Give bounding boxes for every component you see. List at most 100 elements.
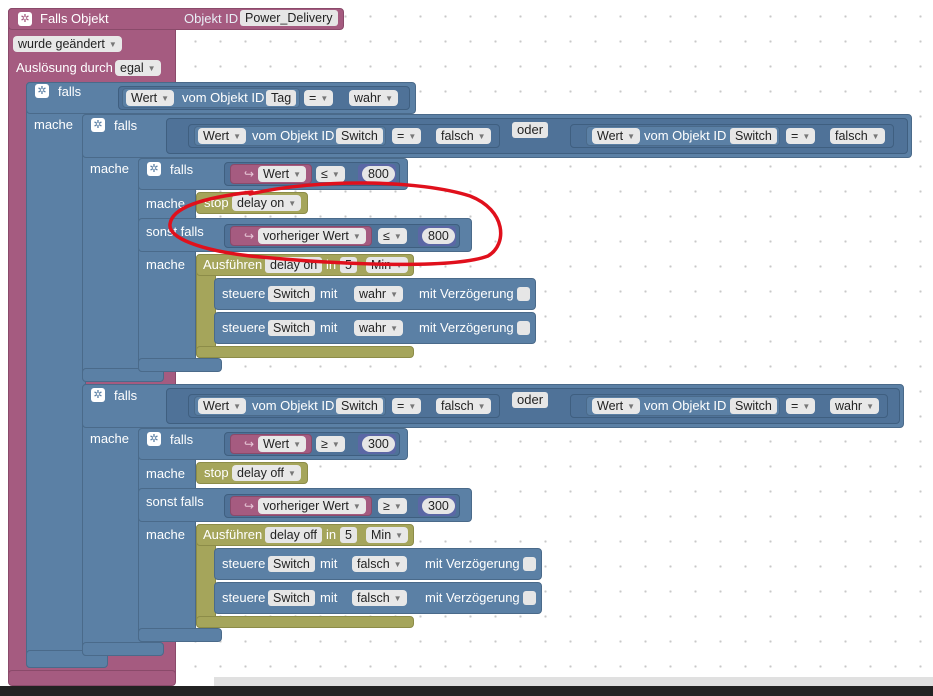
- variable-arrow-icon: ↪: [244, 499, 255, 513]
- if-off-falls-label: falls: [114, 388, 138, 403]
- timer-dropdown[interactable]: delay on ▼: [232, 195, 302, 211]
- delay-minutes-input[interactable]: 5: [340, 257, 357, 273]
- mit-verzoegerung-label: mit Verzögerung: [425, 556, 520, 571]
- if-threshold-on-mache-label: mache: [146, 196, 186, 211]
- variable-vorheriger-wert-dropdown[interactable]: vorheriger Wert ▼: [258, 498, 366, 514]
- le-dropdown[interactable]: ≤ ▼: [378, 228, 407, 244]
- delay-checkbox[interactable]: [517, 287, 530, 301]
- variable-arrow-icon: ↪: [244, 229, 255, 243]
- falsch-dropdown[interactable]: falsch ▼: [436, 398, 491, 414]
- control-object-input[interactable]: Switch: [268, 556, 315, 572]
- stop-label: stop: [204, 195, 229, 210]
- if-outer-falls-label: falls: [58, 84, 82, 99]
- variable-vorheriger-wert-dropdown[interactable]: vorheriger Wert ▼: [258, 228, 366, 244]
- vom-objekt-id-label: vom Objekt ID: [252, 128, 335, 143]
- objekt-id-switch[interactable]: Switch: [336, 398, 383, 414]
- vom-objekt-id-label: vom Objekt ID: [252, 398, 335, 413]
- delay-checkbox[interactable]: [523, 591, 536, 605]
- wahr-dropdown[interactable]: wahr ▼: [354, 286, 404, 302]
- ausfuehren-label: Ausführen: [203, 527, 263, 542]
- gear-icon[interactable]: ✲: [91, 388, 105, 402]
- objekt-id-tag[interactable]: Tag: [266, 90, 297, 106]
- timer-dropdown[interactable]: delay off ▼: [232, 465, 301, 481]
- delay-minutes-input[interactable]: 5: [340, 527, 357, 543]
- if-threshold-on-mache-label-2: mache: [146, 257, 186, 272]
- gear-icon[interactable]: ✲: [91, 118, 105, 132]
- variable-arrow-icon: ↪: [244, 437, 255, 451]
- objekt-id-switch[interactable]: Switch: [336, 128, 383, 144]
- if-threshold-off-falls-label: falls: [170, 432, 194, 447]
- horizontal-scrollbar[interactable]: [214, 677, 933, 686]
- ge-dropdown[interactable]: ≥ ▼: [316, 436, 345, 452]
- wert-dropdown[interactable]: Wert ▼: [198, 398, 247, 414]
- control-object-input[interactable]: Switch: [268, 286, 315, 302]
- oder-label: oder: [512, 392, 549, 408]
- wert-dropdown[interactable]: Wert ▼: [592, 398, 641, 414]
- eq-dropdown[interactable]: = ▼: [304, 90, 334, 106]
- gear-icon[interactable]: ✲: [18, 12, 32, 26]
- bottom-bar: [0, 686, 933, 696]
- event-title: Falls Objekt: [40, 11, 109, 26]
- falsch-dropdown[interactable]: falsch ▼: [352, 556, 407, 572]
- vom-objekt-id-label: vom Objekt ID: [182, 90, 265, 105]
- objekt-id-switch[interactable]: Switch: [730, 398, 777, 414]
- wert-dropdown[interactable]: Wert ▼: [126, 90, 175, 106]
- sonst-falls-label: sonst falls: [146, 494, 204, 509]
- if-threshold-on-falls-label: falls: [170, 162, 194, 177]
- timer-name-input[interactable]: delay on: [265, 257, 323, 273]
- if-threshold-on-footer: [138, 358, 222, 372]
- gear-icon[interactable]: ✲: [35, 84, 49, 98]
- mit-label: mit: [320, 556, 338, 571]
- gear-icon[interactable]: ✲: [147, 162, 161, 176]
- variable-arrow-icon: ↪: [244, 167, 255, 181]
- eq-dropdown[interactable]: = ▼: [392, 398, 422, 414]
- wahr-dropdown[interactable]: wahr ▼: [354, 320, 404, 336]
- in-label: in: [326, 527, 337, 542]
- unit-dropdown[interactable]: Min ▼: [366, 527, 409, 543]
- steuere-label: steuere: [222, 286, 266, 301]
- wahr-dropdown[interactable]: wahr ▼: [349, 90, 399, 106]
- wahr-dropdown[interactable]: wahr ▼: [830, 398, 880, 414]
- le-dropdown[interactable]: ≤ ▼: [316, 166, 345, 182]
- objekt-id-input[interactable]: Power_Delivery: [240, 10, 338, 26]
- number-input[interactable]: 800: [422, 228, 455, 244]
- falsch-dropdown[interactable]: falsch ▼: [830, 128, 885, 144]
- next-event-block[interactable]: [8, 670, 176, 686]
- mit-verzoegerung-label: mit Verzögerung: [419, 320, 514, 335]
- wert-dropdown[interactable]: Wert ▼: [592, 128, 641, 144]
- eq-dropdown[interactable]: = ▼: [392, 128, 422, 144]
- ge-dropdown[interactable]: ≥ ▼: [378, 498, 407, 514]
- vom-objekt-id-label: vom Objekt ID: [644, 128, 727, 143]
- trigger-dropdown[interactable]: egal ▼: [115, 60, 161, 76]
- number-input[interactable]: 300: [362, 436, 395, 452]
- delay-checkbox[interactable]: [523, 557, 536, 571]
- oder-label: oder: [512, 122, 549, 138]
- number-input[interactable]: 800: [362, 166, 395, 182]
- eq-dropdown[interactable]: = ▼: [786, 128, 816, 144]
- variable-wert-dropdown[interactable]: Wert ▼: [258, 436, 307, 452]
- if-on-mache-label: mache: [90, 161, 130, 176]
- mit-label: mit: [320, 590, 338, 605]
- number-input[interactable]: 300: [422, 498, 455, 514]
- unit-dropdown[interactable]: Min ▼: [366, 257, 409, 273]
- delay-checkbox[interactable]: [517, 321, 530, 335]
- wert-dropdown[interactable]: Wert ▼: [198, 128, 247, 144]
- falsch-dropdown[interactable]: falsch ▼: [436, 128, 491, 144]
- changed-dropdown[interactable]: wurde geändert ▼: [13, 36, 122, 52]
- objekt-id-switch[interactable]: Switch: [730, 128, 777, 144]
- trigger-label: Auslösung durch: [16, 60, 113, 75]
- steuere-label: steuere: [222, 556, 266, 571]
- gear-icon[interactable]: ✲: [147, 432, 161, 446]
- timer-name-input[interactable]: delay off: [265, 527, 323, 543]
- steuere-label: steuere: [222, 590, 266, 605]
- blockly-workspace[interactable]: ✲ Falls Objekt Objekt ID Power_Delivery …: [0, 0, 933, 696]
- ausfuehren-label: Ausführen: [203, 257, 263, 272]
- falsch-dropdown[interactable]: falsch ▼: [352, 590, 407, 606]
- objekt-id-label: Objekt ID: [184, 11, 239, 26]
- if-block-outer[interactable]: [26, 82, 86, 668]
- timeout-footer: [196, 616, 414, 628]
- control-object-input[interactable]: Switch: [268, 590, 315, 606]
- control-object-input[interactable]: Switch: [268, 320, 315, 336]
- variable-wert-dropdown[interactable]: Wert ▼: [258, 166, 307, 182]
- eq-dropdown[interactable]: = ▼: [786, 398, 816, 414]
